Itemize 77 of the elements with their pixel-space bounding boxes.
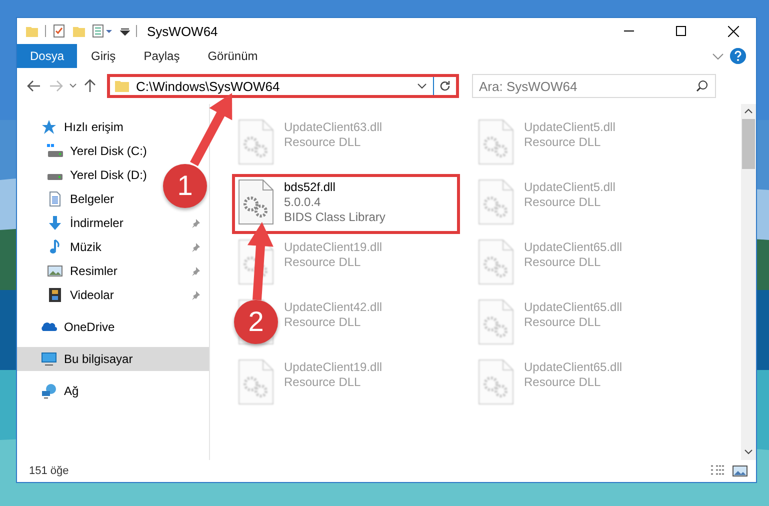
pin-icon: [191, 218, 201, 228]
file-name: UpdateClient65.dll: [524, 360, 622, 374]
sidebar-item[interactable]: İndirmeler: [17, 211, 209, 235]
file-name: UpdateClient63.dll: [284, 120, 382, 134]
file-item[interactable]: bds52f.dll 5.0.0.4 BIDS Class Library: [232, 174, 460, 234]
item-count: 151 öğe: [29, 465, 69, 477]
network-icon: [41, 383, 57, 399]
ribbon-tab[interactable]: Görünüm: [194, 44, 272, 68]
file-description: Resource DLL: [284, 135, 362, 149]
file-gears-icon: [236, 118, 276, 166]
monitor-icon: [41, 351, 57, 367]
file-gears-icon: [476, 178, 516, 226]
search-field[interactable]: Ara: SysWOW64: [472, 74, 716, 98]
drive-icon: [47, 174, 63, 180]
pin-icon: [191, 290, 201, 300]
file-description: BIDS Class Library: [284, 210, 386, 224]
scrollbar[interactable]: [741, 104, 756, 460]
window-title: SysWOW64: [147, 24, 218, 38]
sidebar-item[interactable]: Ağ: [17, 379, 209, 403]
document-icon: [47, 191, 63, 207]
file-name: UpdateClient19.dll: [284, 360, 382, 374]
file-name: UpdateClient42.dll: [284, 300, 382, 314]
checklist-icon[interactable]: [52, 24, 66, 38]
star-icon: [41, 119, 57, 135]
sidebar-item[interactable]: Belgeler: [17, 187, 122, 211]
folder-icon: [114, 79, 130, 93]
file-gears-icon: [476, 238, 516, 286]
chevron-down-icon[interactable]: [417, 83, 427, 89]
folder-icon: [25, 24, 39, 38]
search-icon: [696, 80, 708, 92]
file-description: Resource DLL: [524, 195, 602, 209]
large-icons-view-icon[interactable]: [732, 464, 748, 478]
back-arrow-icon[interactable]: [27, 80, 41, 92]
file-name: UpdateClient19.dll: [284, 240, 382, 254]
drive-icon: [47, 143, 63, 159]
film-icon: [47, 287, 63, 303]
file-description: Resource DLL: [524, 135, 602, 149]
file-description: Resource DLL: [524, 375, 602, 389]
sidebar-item[interactable]: Yerel Disk (C:): [17, 139, 155, 163]
file-description: Resource DLL: [284, 255, 362, 269]
file-description: Resource DLL: [284, 315, 362, 329]
pin-icon: [191, 242, 201, 252]
close-icon[interactable]: [728, 26, 738, 36]
file-description: Resource DLL: [524, 315, 602, 329]
file-gears-icon: [476, 118, 516, 166]
sidebar-item[interactable]: OneDrive: [17, 315, 209, 339]
sidebar-item[interactable]: Videolar: [17, 283, 209, 307]
scroll-thumb[interactable]: [742, 119, 755, 169]
file-gears-icon: [476, 298, 516, 346]
sidebar-item[interactable]: Hızlı erişim: [17, 115, 209, 139]
file-name: UpdateClient5.dll: [524, 180, 616, 194]
file-name: UpdateClient5.dll: [524, 120, 616, 134]
file-gears-icon: [236, 178, 276, 226]
file-description: Resource DLL: [524, 255, 602, 269]
download-icon: [47, 215, 63, 231]
sidebar-item[interactable]: Resimler: [17, 259, 209, 283]
maximize-icon[interactable]: [676, 26, 686, 36]
ribbon-tab[interactable]: Dosya: [17, 44, 78, 68]
file-name: UpdateClient65.dll: [524, 300, 622, 314]
file-name: bds52f.dll: [284, 180, 336, 194]
ribbon-tab[interactable]: Paylaş: [130, 44, 194, 68]
sidebar-item[interactable]: Bu bilgisayar: [17, 347, 209, 371]
file-name: UpdateClient65.dll: [524, 240, 622, 254]
pin-icon: [191, 266, 201, 276]
refresh-icon[interactable]: [439, 80, 451, 92]
picture-icon: [47, 263, 63, 279]
sidebar-item[interactable]: Müzik: [17, 235, 209, 259]
up-arrow-icon[interactable]: [84, 79, 96, 93]
address-bar[interactable]: C:\Windows\SysWOW64: [107, 74, 459, 98]
ribbon-tab[interactable]: Giriş: [77, 44, 130, 68]
file-version: 5.0.0.4: [284, 195, 322, 209]
file-gears-icon: [236, 358, 276, 406]
help-icon[interactable]: [730, 48, 746, 64]
file-description: Resource DLL: [284, 375, 362, 389]
properties-icon[interactable]: [92, 24, 114, 38]
file-gears-icon: [476, 358, 516, 406]
sidebar-item[interactable]: Yerel Disk (D:): [17, 163, 155, 187]
